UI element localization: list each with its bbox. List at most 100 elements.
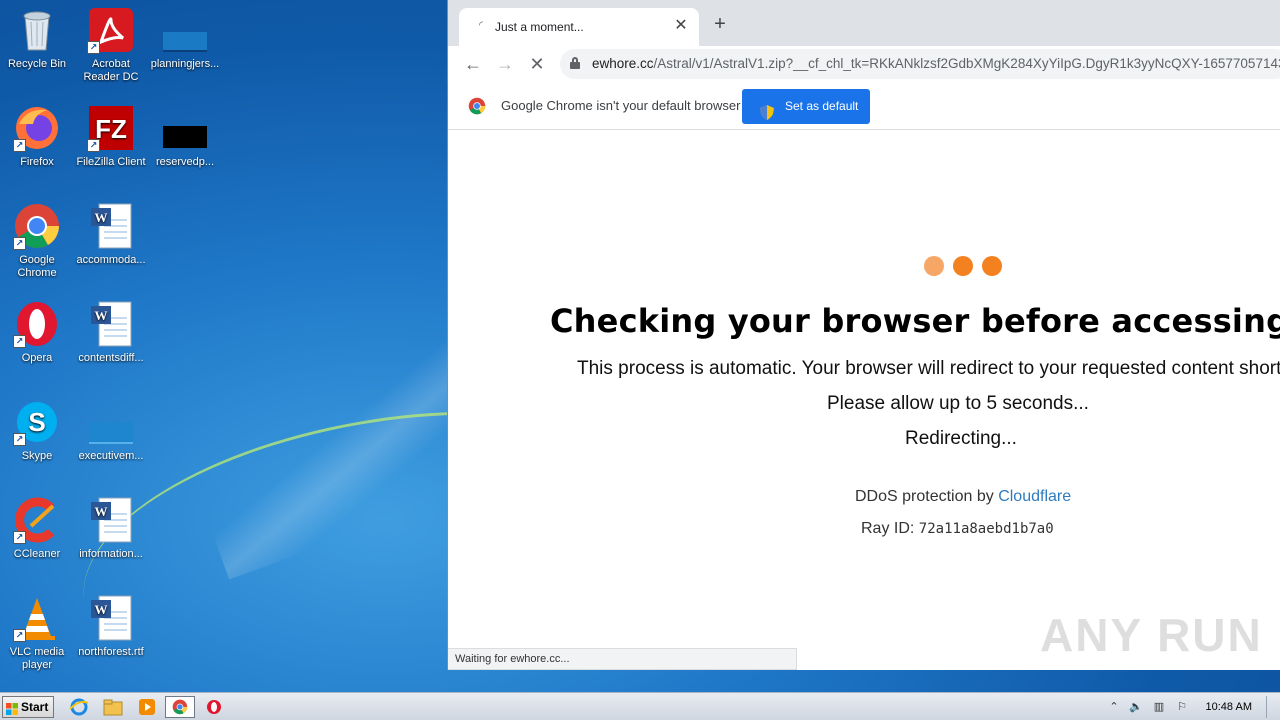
system-tray: ⌃ 🔈 ▥ ⚐ 10:48 AM (1105, 696, 1280, 718)
desktop-icon-google-chrome[interactable]: ↗ Google Chrome (0, 202, 74, 280)
icon-label: Skype (21, 450, 53, 462)
shortcut-arrow-icon: ↗ (13, 433, 26, 446)
blank-file-icon (161, 6, 209, 54)
icon-label: contentsdiff... (78, 352, 144, 364)
redirecting-text: Redirecting... (905, 428, 1017, 449)
chrome-icon: ↗ (13, 202, 61, 250)
page-content: Checking your browser before accessing e… (448, 130, 1280, 670)
tab-title: Just a moment... (495, 20, 584, 34)
shortcut-arrow-icon: ↗ (13, 629, 26, 642)
loading-dot (953, 256, 973, 276)
show-desktop-button[interactable] (1266, 696, 1280, 718)
loading-dot (924, 256, 944, 276)
tab-active[interactable]: ◜ Just a moment... ✕ (459, 8, 699, 46)
desktop-icon-word-doc[interactable]: W accommoda... (74, 202, 148, 267)
svg-text:S: S (28, 407, 45, 437)
icon-label: FileZilla Client (76, 156, 146, 168)
desktop-icon-word-doc[interactable]: W northforest.rtf (74, 594, 148, 659)
desktop-icon-filezilla[interactable]: FZ ↗ FileZilla Client (74, 104, 148, 169)
desktop-icon-ccleaner[interactable]: ↗ CCleaner (0, 496, 74, 561)
shortcut-arrow-icon: ↗ (13, 237, 26, 250)
svg-text:W: W (95, 504, 108, 519)
media-player-icon[interactable] (136, 697, 158, 717)
icon-label: planningjers... (150, 58, 220, 70)
icon-label: Google Chrome (17, 254, 57, 279)
action-center-flag-icon[interactable]: ⚐ (1175, 700, 1189, 714)
desktop-icon-word-doc[interactable]: W contentsdiff... (74, 300, 148, 365)
loading-dots (924, 256, 1011, 281)
ray-id-line: Ray ID: 72a11a8aebd1b7a0 (861, 520, 1054, 538)
forward-arrow-icon[interactable]: → (493, 52, 517, 76)
opera-taskbar-icon[interactable] (203, 697, 225, 717)
svg-text:W: W (95, 210, 108, 225)
loading-spinner-icon: ◜ (479, 20, 483, 31)
clock[interactable]: 10:48 AM (1206, 701, 1252, 713)
shortcut-arrow-icon: ↗ (87, 139, 100, 152)
tab-strip: ◜ Just a moment... ✕ + (448, 0, 1280, 46)
ddos-prefix: DDoS protection by (855, 488, 999, 505)
stop-loading-icon[interactable]: ✕ (525, 52, 549, 76)
back-arrow-icon[interactable]: ← (461, 52, 485, 76)
acrobat-icon: ↗ (87, 6, 135, 54)
icon-label: reservedp... (155, 156, 215, 168)
icon-label: Opera (21, 352, 53, 364)
chrome-window: ◜ Just a moment... ✕ + ← → ✕ ewhore.cc/A… (447, 0, 1280, 670)
word-document-icon: W (87, 202, 135, 250)
windows-flag-icon (6, 701, 18, 715)
ddos-protection-text: DDoS protection by Cloudflare (855, 488, 1071, 506)
desktop-icon-vlc[interactable]: ↗ VLC media player (0, 594, 74, 672)
volume-icon[interactable]: 🔈 (1129, 700, 1143, 714)
allow-seconds-text: Please allow up to 5 seconds... (827, 393, 1089, 414)
icon-label: Firefox (20, 156, 54, 168)
infobar-message: Google Chrome isn't your default browser (501, 98, 741, 113)
cloudflare-link[interactable]: Cloudflare (998, 488, 1071, 505)
icon-label: executivem... (78, 450, 144, 462)
ray-id-value: 72a11a8aebd1b7a0 (918, 521, 1054, 537)
loading-dot (982, 256, 1002, 276)
taskbar: Start ⌃ 🔈 ▥ ⚐ 10:48 AM (0, 692, 1280, 720)
start-label: Start (21, 700, 49, 714)
network-icon[interactable]: ▥ (1152, 700, 1166, 714)
desktop-icon-opera[interactable]: ↗ Opera (0, 300, 74, 365)
shortcut-arrow-icon: ↗ (13, 531, 26, 544)
svg-text:W: W (95, 602, 108, 617)
svg-text:W: W (95, 308, 108, 323)
new-tab-plus-icon[interactable]: + (710, 14, 730, 34)
set-as-default-button[interactable]: Set as default (742, 89, 870, 124)
desktop-icon-file[interactable]: reservedp... (148, 104, 222, 169)
firefox-icon: ↗ (13, 104, 61, 152)
start-button[interactable]: Start (2, 696, 54, 718)
status-bubble: Waiting for ewhore.cc... (448, 648, 797, 670)
desktop-icon-firefox[interactable]: ↗ Firefox (0, 104, 74, 169)
icon-label: Recycle Bin (7, 58, 67, 70)
desktop-icon-acrobat-reader[interactable]: ↗ Acrobat Reader DC (74, 6, 148, 84)
desktop-icon-word-doc[interactable]: W information... (74, 496, 148, 561)
desktop-icon-skype[interactable]: S ↗ Skype (0, 398, 74, 463)
vlc-cone-icon: ↗ (13, 594, 61, 642)
word-document-icon: W (87, 300, 135, 348)
opera-icon: ↗ (13, 300, 61, 348)
filezilla-icon: FZ ↗ (87, 104, 135, 152)
blank-file-icon (87, 398, 135, 446)
tab-close-icon[interactable]: ✕ (671, 16, 691, 36)
address-bar[interactable]: ewhore.cc/Astral/v1/AstralV1.zip?__cf_ch… (560, 49, 1280, 79)
word-document-icon: W (87, 594, 135, 642)
recycle-bin-icon (13, 6, 61, 54)
url-text: ewhore.cc/Astral/v1/AstralV1.zip?__cf_ch… (592, 56, 1280, 71)
ray-id-label: Ray ID: (861, 520, 919, 537)
show-hidden-icons-icon[interactable]: ⌃ (1107, 700, 1121, 714)
icon-label: VLC media player (9, 646, 65, 671)
chrome-logo-icon (468, 97, 486, 115)
icon-label: northforest.rtf (78, 646, 144, 658)
internet-explorer-icon[interactable] (68, 697, 90, 717)
black-file-icon (161, 104, 209, 152)
icon-label: accommoda... (76, 254, 146, 266)
ccleaner-icon: ↗ (13, 496, 61, 544)
desktop-icon-file[interactable]: planningjers... (148, 6, 222, 71)
desktop-icon-file[interactable]: executivem... (74, 398, 148, 463)
taskbar-chrome-button[interactable] (165, 696, 195, 718)
file-explorer-icon[interactable] (102, 697, 124, 717)
desktop-icon-recycle-bin[interactable]: Recycle Bin (0, 6, 74, 71)
shortcut-arrow-icon: ↗ (13, 335, 26, 348)
toolbar: ← → ✕ ewhore.cc/Astral/v1/AstralV1.zip?_… (448, 46, 1280, 82)
